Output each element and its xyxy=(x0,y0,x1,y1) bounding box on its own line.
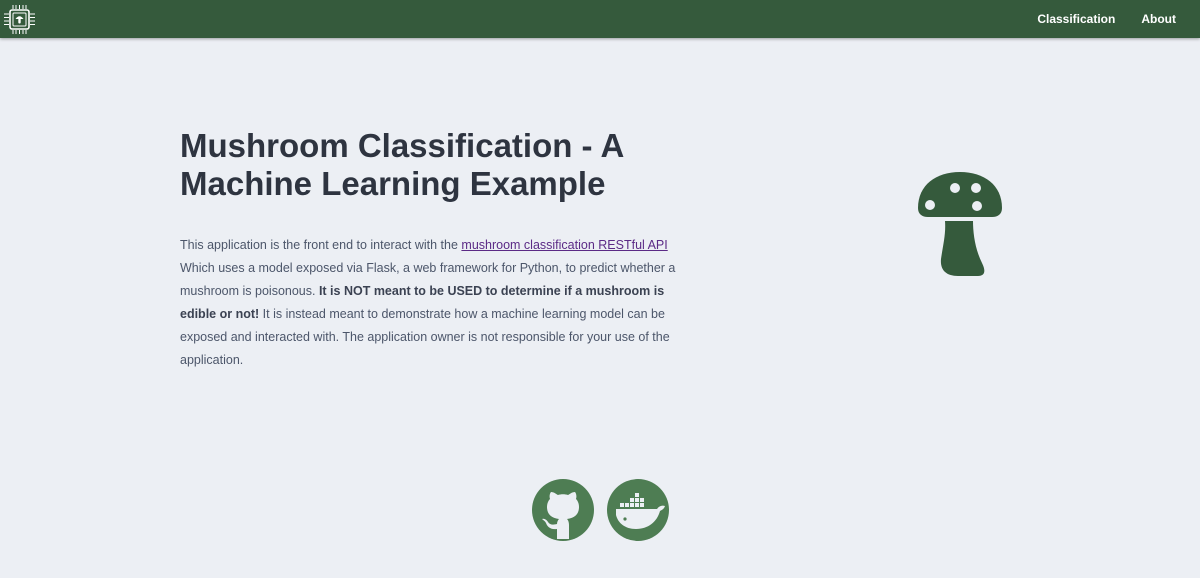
docker-link[interactable] xyxy=(607,479,669,541)
docker-icon xyxy=(607,479,669,541)
github-icon xyxy=(532,479,594,541)
nav-about-link[interactable]: About xyxy=(1141,12,1176,26)
api-link[interactable]: mushroom classification RESTful API xyxy=(461,238,667,252)
description-paragraph: This application is the front end to int… xyxy=(180,234,695,372)
intro-text: This application is the front end to int… xyxy=(180,238,462,252)
footer-links xyxy=(532,479,669,541)
github-link[interactable] xyxy=(532,479,594,541)
mushroom-chip-logo-icon[interactable] xyxy=(3,3,36,36)
top-navbar: Classification About xyxy=(0,0,1200,38)
main-nav: Classification About xyxy=(1037,0,1176,38)
nav-classification-link[interactable]: Classification xyxy=(1037,12,1115,26)
mushroom-icon xyxy=(918,172,1002,276)
page-title: Mushroom Classification - A Machine Lear… xyxy=(180,127,624,202)
